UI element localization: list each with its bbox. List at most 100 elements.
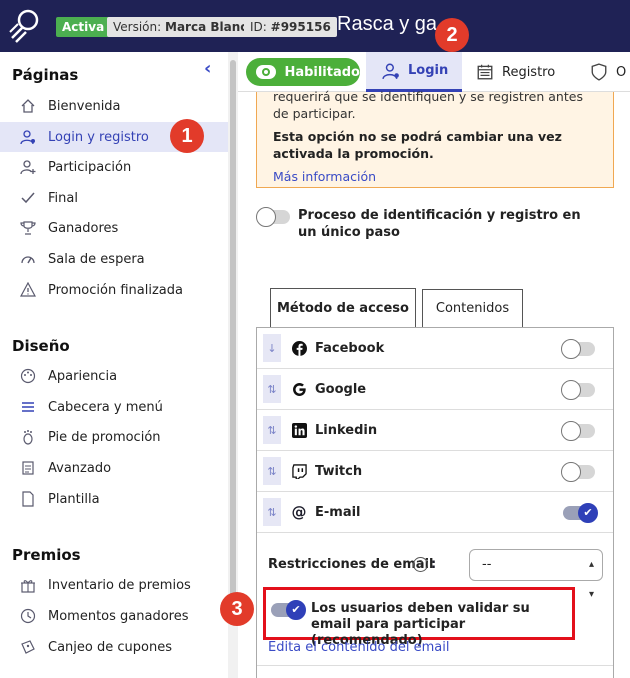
drag-handle-icon[interactable]: ⇅ bbox=[263, 457, 281, 485]
sidebar-item-apariencia[interactable]: Apariencia bbox=[0, 361, 228, 391]
sidebar-item-label: Pie de promoción bbox=[48, 429, 161, 445]
edit-email-content-link[interactable]: Edita el contenido del email bbox=[268, 640, 450, 655]
method-label: Twitch bbox=[315, 463, 363, 479]
tab-contenidos[interactable]: Contenidos bbox=[422, 289, 523, 327]
check-icon bbox=[18, 188, 38, 208]
method-label: Google bbox=[315, 381, 367, 397]
home-icon bbox=[18, 96, 38, 116]
sidebar-item-label: Sala de espera bbox=[48, 251, 145, 267]
sidebar-item-sala-espera[interactable]: Sala de espera bbox=[0, 244, 228, 274]
tab-label: O bbox=[616, 64, 627, 80]
method-label: E-mail bbox=[315, 504, 361, 520]
warning-box: requerirá que se identifiquen y se regis… bbox=[256, 89, 614, 188]
sidebar-item-inventario[interactable]: Inventario de premios bbox=[0, 570, 228, 600]
toggle-on-icon bbox=[256, 65, 277, 79]
tab-label: Login bbox=[408, 63, 449, 78]
app-logo-icon[interactable] bbox=[8, 8, 42, 44]
sidebar-item-label: Canjeo de cupones bbox=[48, 639, 172, 655]
sidebar-item-label: Apariencia bbox=[48, 368, 118, 384]
google-icon bbox=[291, 381, 307, 397]
clock-icon bbox=[18, 606, 38, 626]
sidebar-item-cabecera[interactable]: Cabecera y menú bbox=[0, 392, 228, 422]
single-step-process-toggle[interactable] bbox=[256, 207, 290, 227]
section-title-design: Diseño bbox=[12, 337, 70, 355]
code-file-icon bbox=[18, 458, 38, 478]
callout-3: 3 bbox=[220, 592, 254, 626]
divider bbox=[257, 665, 613, 666]
section-title-prizes: Premios bbox=[12, 546, 81, 564]
id-badge: ID: #995156 bbox=[244, 17, 337, 37]
enabled-toggle-button[interactable]: Habilitado bbox=[246, 58, 360, 86]
method-row-twitch[interactable]: ⇅ Twitch bbox=[257, 451, 613, 492]
sidebar-item-label: Final bbox=[48, 190, 78, 206]
gift-icon bbox=[18, 575, 38, 595]
facebook-icon bbox=[291, 340, 307, 356]
user-login-icon bbox=[382, 62, 400, 80]
sidebar-item-ganadores[interactable]: Ganadores bbox=[0, 213, 228, 243]
sidebar-item-label: Bienvenida bbox=[48, 98, 121, 114]
sidebar-item-label: Cabecera y menú bbox=[48, 399, 163, 415]
coupon-icon bbox=[18, 637, 38, 657]
drag-handle-icon[interactable]: ⇅ bbox=[263, 416, 281, 444]
warning-bold-text: Esta opción no se podrá cambiar una vez … bbox=[273, 129, 562, 161]
sidebar-item-participacion[interactable]: Participación bbox=[0, 152, 228, 182]
twitch-toggle[interactable] bbox=[561, 462, 595, 482]
method-row-facebook[interactable]: ↓ Facebook bbox=[257, 328, 613, 369]
tab-more[interactable]: O bbox=[590, 52, 630, 92]
drag-handle-icon[interactable]: ⇅ bbox=[263, 498, 281, 526]
linkedin-icon bbox=[291, 422, 307, 438]
validate-email-toggle[interactable]: ✔ bbox=[271, 600, 306, 620]
drag-handle-icon[interactable]: ↓ bbox=[263, 334, 281, 362]
email-toggle[interactable]: ✔ bbox=[563, 503, 598, 523]
user-add-icon bbox=[18, 157, 38, 177]
at-icon: @ bbox=[291, 503, 307, 521]
status-badge: Activa bbox=[56, 17, 111, 37]
calendar-icon bbox=[476, 63, 494, 81]
linkedin-toggle[interactable] bbox=[561, 421, 595, 441]
sidebar-item-label: Ganadores bbox=[48, 220, 119, 236]
sidebar-item-plantilla[interactable]: Plantilla bbox=[0, 484, 228, 514]
palette-icon bbox=[18, 366, 38, 386]
single-step-process-label: Proceso de identificación y registro en … bbox=[298, 208, 581, 240]
method-label: Linkedin bbox=[315, 422, 378, 438]
tab-login[interactable]: Login bbox=[366, 52, 462, 92]
twitch-icon bbox=[291, 463, 307, 479]
page-title: Rasca y ga bbox=[337, 13, 438, 35]
email-restrictions-label: Restricciones de email bbox=[268, 557, 434, 572]
section-title-pages: Páginas bbox=[12, 66, 79, 84]
shield-icon bbox=[590, 63, 608, 81]
method-row-email[interactable]: ⇅ @ E-mail bbox=[257, 492, 613, 533]
sidebar-item-final[interactable]: Final bbox=[0, 183, 228, 213]
tab-registro[interactable]: Registro bbox=[476, 52, 576, 92]
sidebar-item-label: Promoción finalizada bbox=[48, 282, 183, 298]
callout-1: 1 bbox=[170, 119, 204, 153]
sidebar-item-canjeo[interactable]: Canjeo de cupones bbox=[0, 632, 228, 662]
google-toggle[interactable] bbox=[561, 380, 595, 400]
sidebar-item-bienvenida[interactable]: Bienvenida bbox=[0, 91, 228, 121]
gauge-icon bbox=[18, 249, 38, 269]
callout-2: 2 bbox=[435, 18, 469, 52]
sidebar-item-label: Avanzado bbox=[48, 460, 112, 476]
facebook-toggle[interactable] bbox=[561, 339, 595, 359]
sidebar-item-promocion-finalizada[interactable]: Promoción finalizada bbox=[0, 275, 228, 305]
help-icon[interactable]: ? bbox=[413, 557, 428, 572]
version-badge: Versión: Marca Blanca bbox=[107, 17, 262, 37]
collapse-sidebar-icon[interactable]: ‹ bbox=[204, 58, 211, 79]
trophy-icon bbox=[18, 218, 38, 238]
more-info-link[interactable]: Más información bbox=[273, 168, 597, 185]
sidebar-item-label: Login y registro bbox=[48, 129, 149, 145]
email-restrictions-select[interactable]: -- ▴ ▾ bbox=[469, 549, 603, 600]
method-row-linkedin[interactable]: ⇅ Linkedin bbox=[257, 410, 613, 451]
enabled-label: Habilitado bbox=[284, 64, 360, 80]
sidebar-item-pie-promocion[interactable]: Pie de promoción bbox=[0, 422, 228, 452]
method-row-google[interactable]: ⇅ Google bbox=[257, 369, 613, 410]
file-icon bbox=[18, 489, 38, 509]
sidebar-item-label: Participación bbox=[48, 159, 132, 175]
user-login-icon bbox=[18, 127, 38, 147]
sidebar-item-label: Momentos ganadores bbox=[48, 608, 189, 624]
sidebar-scroll-thumb[interactable] bbox=[230, 60, 236, 600]
tab-metodo-acceso[interactable]: Método de acceso bbox=[270, 288, 416, 328]
sidebar-item-avanzado[interactable]: Avanzado bbox=[0, 453, 228, 483]
drag-handle-icon[interactable]: ⇅ bbox=[263, 375, 281, 403]
sidebar-item-momentos[interactable]: Momentos ganadores bbox=[0, 601, 228, 631]
